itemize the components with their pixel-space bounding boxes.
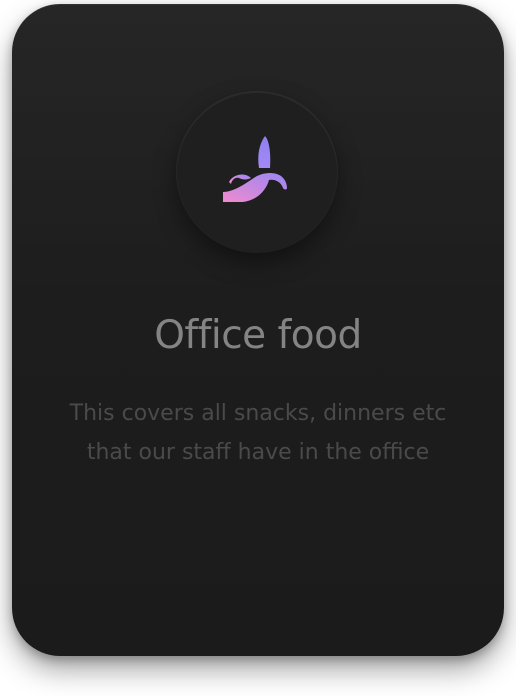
category-card[interactable]: Office food This covers all snacks, dinn… <box>12 4 504 656</box>
icon-badge <box>177 92 337 252</box>
banana-icon <box>223 136 287 202</box>
card-title: Office food <box>154 313 362 358</box>
card-description: This covers all snacks, dinners etc that… <box>69 401 447 465</box>
